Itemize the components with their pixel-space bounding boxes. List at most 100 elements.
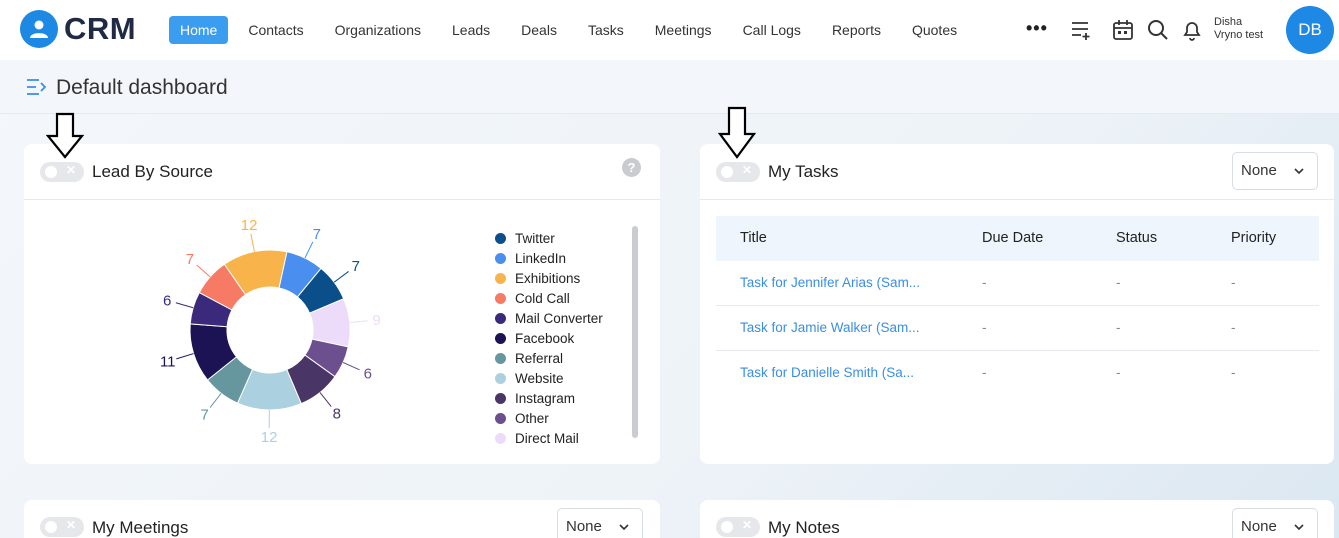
- column-priority[interactable]: Priority: [1231, 230, 1276, 246]
- legend-swatch: [495, 312, 506, 324]
- lead-source-donut-chart: 7 9 6 8 12 7 11 6 7 12 7: [160, 217, 381, 445]
- donut-label-leader: [304, 241, 314, 259]
- toggle-knob: [45, 166, 57, 178]
- calendar-icon[interactable]: [1111, 18, 1135, 42]
- donut-data-label: 11: [160, 354, 176, 371]
- donut-data-label: 6: [364, 365, 372, 382]
- app-logo[interactable]: CRM: [20, 10, 136, 48]
- user-logo-icon: [20, 10, 58, 48]
- legend-item[interactable]: Direct Mail: [495, 428, 603, 448]
- donut-label-leader: [196, 264, 211, 278]
- donut-label-leader: [209, 393, 222, 408]
- help-icon[interactable]: ?: [622, 158, 641, 177]
- legend-label: Website: [515, 370, 564, 386]
- down-arrow-icon: [46, 112, 84, 159]
- donut-label-leader: [333, 271, 349, 283]
- my-meetings-toggle[interactable]: ✕: [40, 517, 84, 537]
- legend-swatch: [495, 372, 506, 384]
- donut-data-label: 7: [352, 258, 360, 275]
- nav-organizations[interactable]: Organizations: [324, 16, 432, 44]
- avatar[interactable]: DB: [1286, 6, 1334, 54]
- my-meetings-title: My Meetings: [92, 518, 189, 537]
- column-status[interactable]: Status: [1116, 230, 1157, 246]
- task-due-date: -: [982, 365, 987, 380]
- tasks-table-header: Title Due Date Status Priority: [716, 216, 1319, 261]
- my-notes-toggle[interactable]: ✕: [716, 517, 760, 537]
- bell-icon[interactable]: [1180, 18, 1204, 42]
- more-menu-icon[interactable]: •••: [1026, 18, 1048, 39]
- nav-reports[interactable]: Reports: [821, 16, 892, 44]
- lead-source-legend: Twitter LinkedIn Exhibitions Cold Call Mail …: [495, 228, 603, 453]
- legend-item[interactable]: Mail Converter: [495, 308, 603, 328]
- legend-item[interactable]: Exhibitions: [495, 268, 603, 288]
- task-due-date: -: [982, 320, 987, 335]
- nav-tasks[interactable]: Tasks: [577, 16, 635, 44]
- nav-home[interactable]: Home: [169, 16, 229, 44]
- donut-data-label: 12: [261, 429, 278, 445]
- table-row[interactable]: Task for Jennifer Arias (Sam... - - -: [716, 261, 1319, 306]
- page-title: Default dashboard: [56, 76, 228, 99]
- task-title-link[interactable]: Task for Jamie Walker (Sam...: [740, 320, 920, 335]
- legend-item[interactable]: Other: [495, 408, 603, 428]
- my-notes-filter-select[interactable]: None: [1232, 508, 1318, 538]
- donut-label-leader: [349, 320, 368, 323]
- legend-label: Twitter: [515, 230, 555, 246]
- column-due-date[interactable]: Due Date: [982, 230, 1043, 246]
- select-value: None: [1241, 162, 1277, 179]
- close-icon: ✕: [742, 518, 753, 532]
- legend-swatch: [495, 412, 506, 424]
- donut-data-label: 6: [163, 292, 171, 309]
- donut-label-leader: [250, 233, 255, 252]
- legend-item[interactable]: Instagram: [495, 388, 603, 408]
- user-name[interactable]: Disha Vryno test: [1214, 16, 1263, 42]
- donut-label-leader: [176, 353, 194, 360]
- nav-meetings[interactable]: Meetings: [644, 16, 723, 44]
- legend-scrollbar[interactable]: [632, 226, 638, 438]
- legend-item[interactable]: Referral: [495, 348, 603, 368]
- sidebar-toggle-icon[interactable]: [26, 77, 48, 97]
- legend-swatch: [495, 352, 506, 364]
- close-icon: ✕: [66, 518, 77, 532]
- my-tasks-toggle[interactable]: ✕: [716, 162, 760, 182]
- column-title[interactable]: Title: [740, 230, 767, 246]
- my-meetings-filter-select[interactable]: None: [557, 508, 643, 538]
- legend-swatch: [495, 252, 506, 264]
- nav-call-logs[interactable]: Call Logs: [732, 16, 812, 44]
- my-tasks-filter-select[interactable]: None: [1232, 152, 1318, 190]
- legend-swatch: [495, 232, 506, 244]
- table-row[interactable]: Task for Danielle Smith (Sa... - - -: [716, 351, 1319, 396]
- task-title-link[interactable]: Task for Danielle Smith (Sa...: [740, 365, 914, 380]
- nav-contacts[interactable]: Contacts: [237, 16, 314, 44]
- legend-item[interactable]: LinkedIn: [495, 248, 603, 268]
- donut-data-label: 7: [186, 251, 194, 268]
- nav-leads[interactable]: Leads: [441, 16, 501, 44]
- task-status: -: [1116, 320, 1121, 335]
- table-row[interactable]: Task for Jamie Walker (Sam... - - -: [716, 306, 1319, 351]
- nav-quotes[interactable]: Quotes: [901, 16, 968, 44]
- chevron-down-icon: [1294, 168, 1304, 175]
- lead-by-source-toggle[interactable]: ✕: [40, 162, 84, 182]
- legend-label: Direct Mail: [515, 430, 579, 446]
- user-first-line: Disha: [1214, 16, 1243, 28]
- nav-deals[interactable]: Deals: [510, 16, 568, 44]
- legend-item[interactable]: Facebook: [495, 328, 603, 348]
- down-arrow-icon: [718, 106, 756, 159]
- task-status: -: [1116, 275, 1121, 290]
- legend-swatch: [495, 292, 506, 304]
- add-list-icon[interactable]: [1070, 18, 1094, 42]
- legend-item[interactable]: Website: [495, 368, 603, 388]
- legend-item[interactable]: Cold Call: [495, 288, 603, 308]
- user-second-line: Vryno test: [1214, 29, 1264, 41]
- task-due-date: -: [982, 275, 987, 290]
- toggle-knob: [45, 521, 57, 533]
- toggle-knob: [721, 521, 733, 533]
- donut-label-leader: [175, 302, 194, 309]
- task-title-link[interactable]: Task for Jennifer Arias (Sam...: [740, 275, 920, 290]
- legend-item[interactable]: Twitter: [495, 228, 603, 248]
- main-nav: Home Contacts Organizations Leads Deals …: [169, 16, 977, 44]
- legend-label: Exhibitions: [515, 270, 581, 286]
- close-icon: ✕: [742, 163, 753, 177]
- select-value: None: [566, 518, 602, 535]
- legend-swatch: [495, 332, 506, 344]
- search-icon[interactable]: [1146, 18, 1170, 42]
